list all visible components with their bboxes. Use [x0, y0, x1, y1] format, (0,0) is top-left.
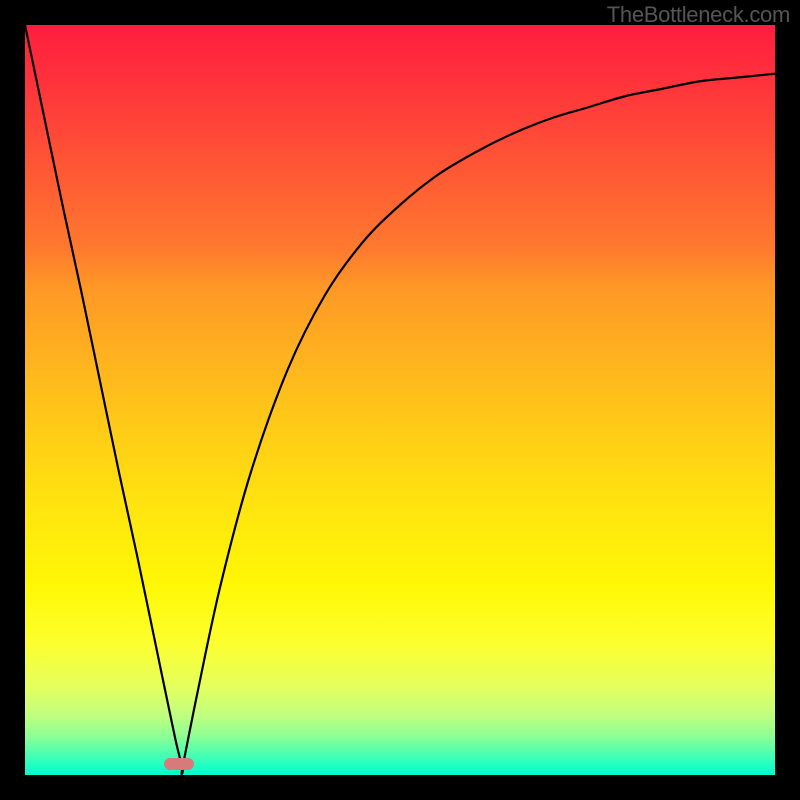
watermark-text: TheBottleneck.com	[607, 2, 790, 28]
optimum-marker	[164, 758, 194, 770]
plot-area	[25, 25, 775, 775]
curve-svg	[25, 25, 775, 775]
bottleneck-curve	[25, 25, 775, 774]
chart-frame: TheBottleneck.com	[0, 0, 800, 800]
